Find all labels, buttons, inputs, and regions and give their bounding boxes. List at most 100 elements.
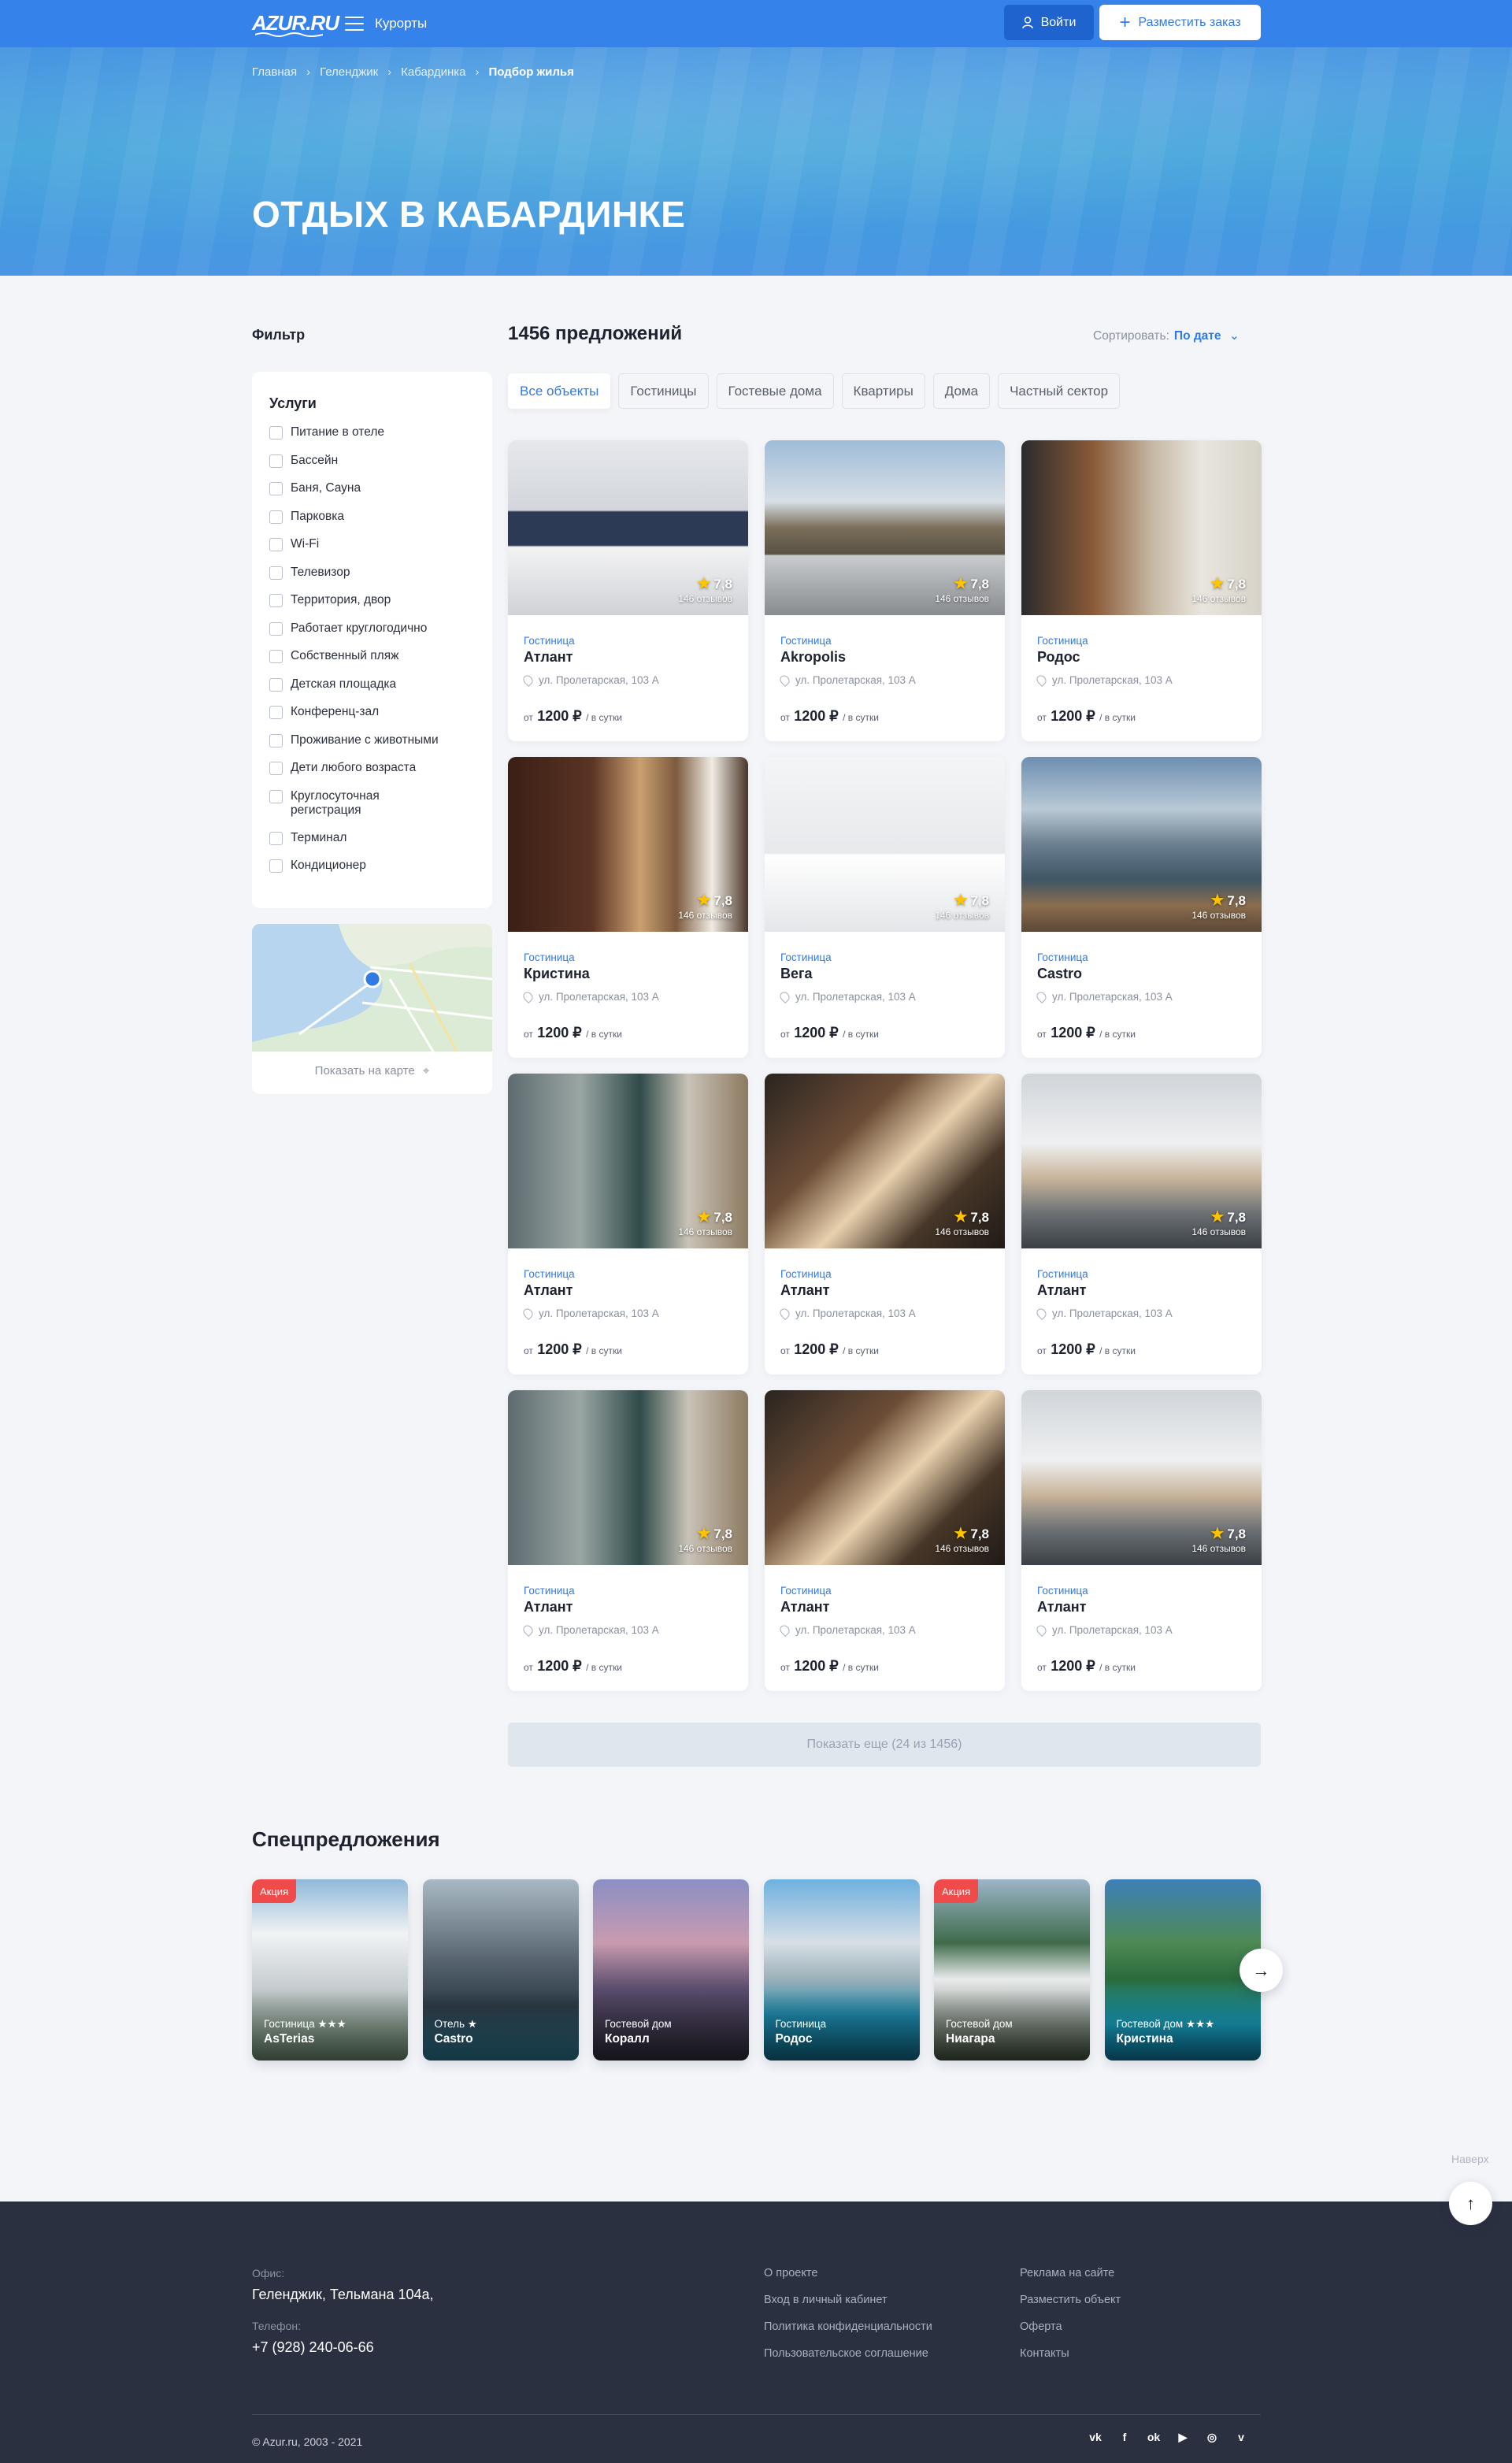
listing-card[interactable]: ★ 7,8 146 отзывов Гостиница Castro ул. Пролет…: [1021, 757, 1262, 1058]
service-checkbox[interactable]: Бассейн: [269, 454, 482, 482]
service-checkbox[interactable]: Детская площадка: [269, 677, 482, 706]
instagram-icon[interactable]: ◎: [1206, 2431, 1218, 2443]
listing-name[interactable]: Атлант: [524, 649, 573, 666]
listing-card[interactable]: ★ 7,8 146 отзывов Гостиница Атлант ул. Пролет…: [508, 1074, 748, 1374]
checkbox-box[interactable]: [269, 594, 283, 607]
listing-card[interactable]: ★ 7,8 146 отзывов Гостиница Атлант ул. Пролет…: [1021, 1390, 1262, 1691]
tab-object-type[interactable]: Квартиры: [841, 373, 925, 409]
promo-badge: Акция: [252, 1879, 297, 1903]
service-checkbox[interactable]: Конференц-зал: [269, 705, 482, 733]
youtube-icon[interactable]: ▶: [1177, 2431, 1189, 2443]
breadcrumb-item-home[interactable]: Главная: [252, 65, 297, 79]
listing-name[interactable]: Castro: [1037, 966, 1082, 982]
checkbox-box[interactable]: [269, 426, 283, 440]
footer-link-terms[interactable]: Пользовательское соглашение: [764, 2347, 928, 2360]
service-checkbox[interactable]: Баня, Сауна: [269, 481, 482, 510]
tab-object-type[interactable]: Частный сектор: [998, 373, 1121, 409]
special-offer-card[interactable]: Гостевой дом Коралл: [593, 1879, 749, 2061]
facebook-icon[interactable]: f: [1118, 2431, 1131, 2443]
service-checkbox[interactable]: Дети любого возраста: [269, 761, 482, 789]
listing-name[interactable]: Атлант: [780, 1282, 829, 1299]
special-offer-card[interactable]: Гостевой дом ★★★ Кристина: [1104, 1879, 1261, 2061]
service-checkbox[interactable]: Wi-Fi: [269, 537, 482, 566]
listing-card[interactable]: ★ 7,8 146 отзывов Гостиница Akropolis ул. Про…: [765, 440, 1005, 741]
listing-card[interactable]: ★ 7,8 146 отзывов Гостиница Атлант ул. Пролет…: [508, 1390, 748, 1691]
odnoklassniki-icon[interactable]: ok: [1147, 2431, 1160, 2443]
tab-object-type[interactable]: Гостиницы: [618, 373, 709, 409]
service-checkbox[interactable]: Терминал: [269, 831, 482, 859]
listing-card[interactable]: ★ 7,8 146 отзывов Гостиница Атлант ул. Пролет…: [765, 1074, 1005, 1374]
chevron-right-icon: ›: [387, 65, 392, 79]
listing-name[interactable]: Родос: [1037, 649, 1080, 666]
listing-card[interactable]: ★ 7,8 146 отзывов Гостиница Вега ул. Пролетар…: [765, 757, 1005, 1058]
service-checkbox[interactable]: Парковка: [269, 510, 482, 538]
login-button[interactable]: Войти: [1004, 5, 1094, 40]
special-offer-card[interactable]: Отель ★ Castro: [422, 1879, 579, 2061]
checkbox-box[interactable]: [269, 510, 283, 524]
vk-icon[interactable]: vk: [1089, 2431, 1102, 2443]
service-checkbox[interactable]: Круглосуточная регистрация: [269, 789, 482, 831]
service-checkbox[interactable]: Собственный пляж: [269, 649, 482, 677]
checkbox-box[interactable]: [269, 789, 283, 803]
resorts-menu-button[interactable]: Курорты: [345, 11, 427, 36]
listing-card[interactable]: ★ 7,8 146 отзывов Гостиница Кристина ул. Прол…: [508, 757, 748, 1058]
checkbox-box[interactable]: [269, 677, 283, 692]
service-checkbox[interactable]: Кондиционер: [269, 859, 482, 887]
checkbox-box[interactable]: [269, 762, 283, 775]
footer-link-contacts[interactable]: Контакты: [1020, 2347, 1069, 2360]
listing-name[interactable]: Атлант: [1037, 1282, 1086, 1299]
service-checkbox[interactable]: Телевизор: [269, 566, 482, 594]
listing-card[interactable]: ★ 7,8 146 отзывов Гостиница Атлант ул. Пролет…: [765, 1390, 1005, 1691]
checkbox-box[interactable]: [269, 621, 283, 636]
listing-name[interactable]: Атлант: [780, 1599, 829, 1615]
checkbox-box[interactable]: [269, 859, 283, 873]
checkbox-box[interactable]: [269, 482, 283, 495]
carousel-next-button[interactable]: →: [1240, 1949, 1283, 1992]
service-checkbox[interactable]: Питание в отеле: [269, 425, 482, 454]
back-to-top-button[interactable]: ↑: [1449, 2182, 1492, 2225]
post-order-button[interactable]: + Разместить заказ: [1099, 5, 1261, 40]
special-offer-card[interactable]: Акция Гостиница ★★★ AsTerias: [252, 1879, 408, 2061]
service-checkbox[interactable]: Территория, двор: [269, 593, 482, 621]
show-more-button[interactable]: Показать еще (24 из 1456): [508, 1723, 1261, 1767]
checkbox-box[interactable]: [269, 538, 283, 551]
price-prefix: от: [1037, 712, 1047, 723]
special-offer-card[interactable]: Гостиница Родос: [763, 1879, 920, 2061]
tab-object-type[interactable]: Все объекты: [508, 373, 611, 409]
footer-link-privacy[interactable]: Политика конфиденциальности: [764, 2320, 932, 2333]
listing-name[interactable]: Кристина: [524, 966, 590, 982]
show-on-map-link[interactable]: Показать на карте ⌖: [252, 1064, 492, 1078]
phone-value[interactable]: +7 (928) 240-06-66: [252, 2339, 374, 2356]
footer-link-about[interactable]: О проекте: [764, 2267, 817, 2279]
listing-name[interactable]: Атлант: [1037, 1599, 1086, 1615]
footer-link-add-object[interactable]: Разместить объект: [1020, 2294, 1121, 2306]
listing-name[interactable]: Akropolis: [780, 649, 846, 666]
breadcrumb-item-kabardinka[interactable]: Кабардинка: [401, 65, 465, 79]
checkbox-box[interactable]: [269, 454, 283, 468]
tab-object-type[interactable]: Дома: [932, 373, 991, 409]
service-checkbox[interactable]: Проживание с животными: [269, 733, 482, 762]
checkbox-box[interactable]: [269, 831, 283, 845]
service-label: Бассейн: [291, 453, 339, 467]
map-preview[interactable]: Показать на карте ⌖: [252, 924, 492, 1094]
listing-card[interactable]: ★ 7,8 146 отзывов Гостиница Родос ул. Пролета…: [1021, 440, 1262, 741]
checkbox-box[interactable]: [269, 566, 283, 580]
service-checkbox[interactable]: Работает круглогодично: [269, 621, 482, 650]
checkbox-box[interactable]: [269, 650, 283, 663]
listing-card[interactable]: ★ 7,8 146 отзывов Гостиница Атлант ул. Пролет…: [1021, 1074, 1262, 1374]
site-logo[interactable]: AZUR.RU: [252, 11, 339, 38]
listing-name[interactable]: Атлант: [524, 1599, 573, 1615]
checkbox-box[interactable]: [269, 733, 283, 747]
footer-link-account[interactable]: Вход в личный кабинет: [764, 2294, 888, 2306]
breadcrumb-item-gelendzhik[interactable]: Геленджик: [320, 65, 378, 79]
listing-name[interactable]: Вега: [780, 966, 813, 982]
listing-name[interactable]: Атлант: [524, 1282, 573, 1299]
tab-object-type[interactable]: Гостевые дома: [716, 373, 834, 409]
sort-control[interactable]: Сортировать: По дате ⌄: [1093, 328, 1240, 343]
listing-card[interactable]: ★ 7,8 146 отзывов Гостиница Атлант ул. Пролет…: [508, 440, 748, 741]
footer-link-ads[interactable]: Реклама на сайте: [1020, 2267, 1114, 2279]
checkbox-box[interactable]: [269, 706, 283, 719]
special-offer-card[interactable]: Акция Гостевой дом Ниагара: [934, 1879, 1090, 2061]
footer-link-offer[interactable]: Оферта: [1020, 2320, 1062, 2333]
vimeo-icon[interactable]: v: [1235, 2431, 1247, 2443]
